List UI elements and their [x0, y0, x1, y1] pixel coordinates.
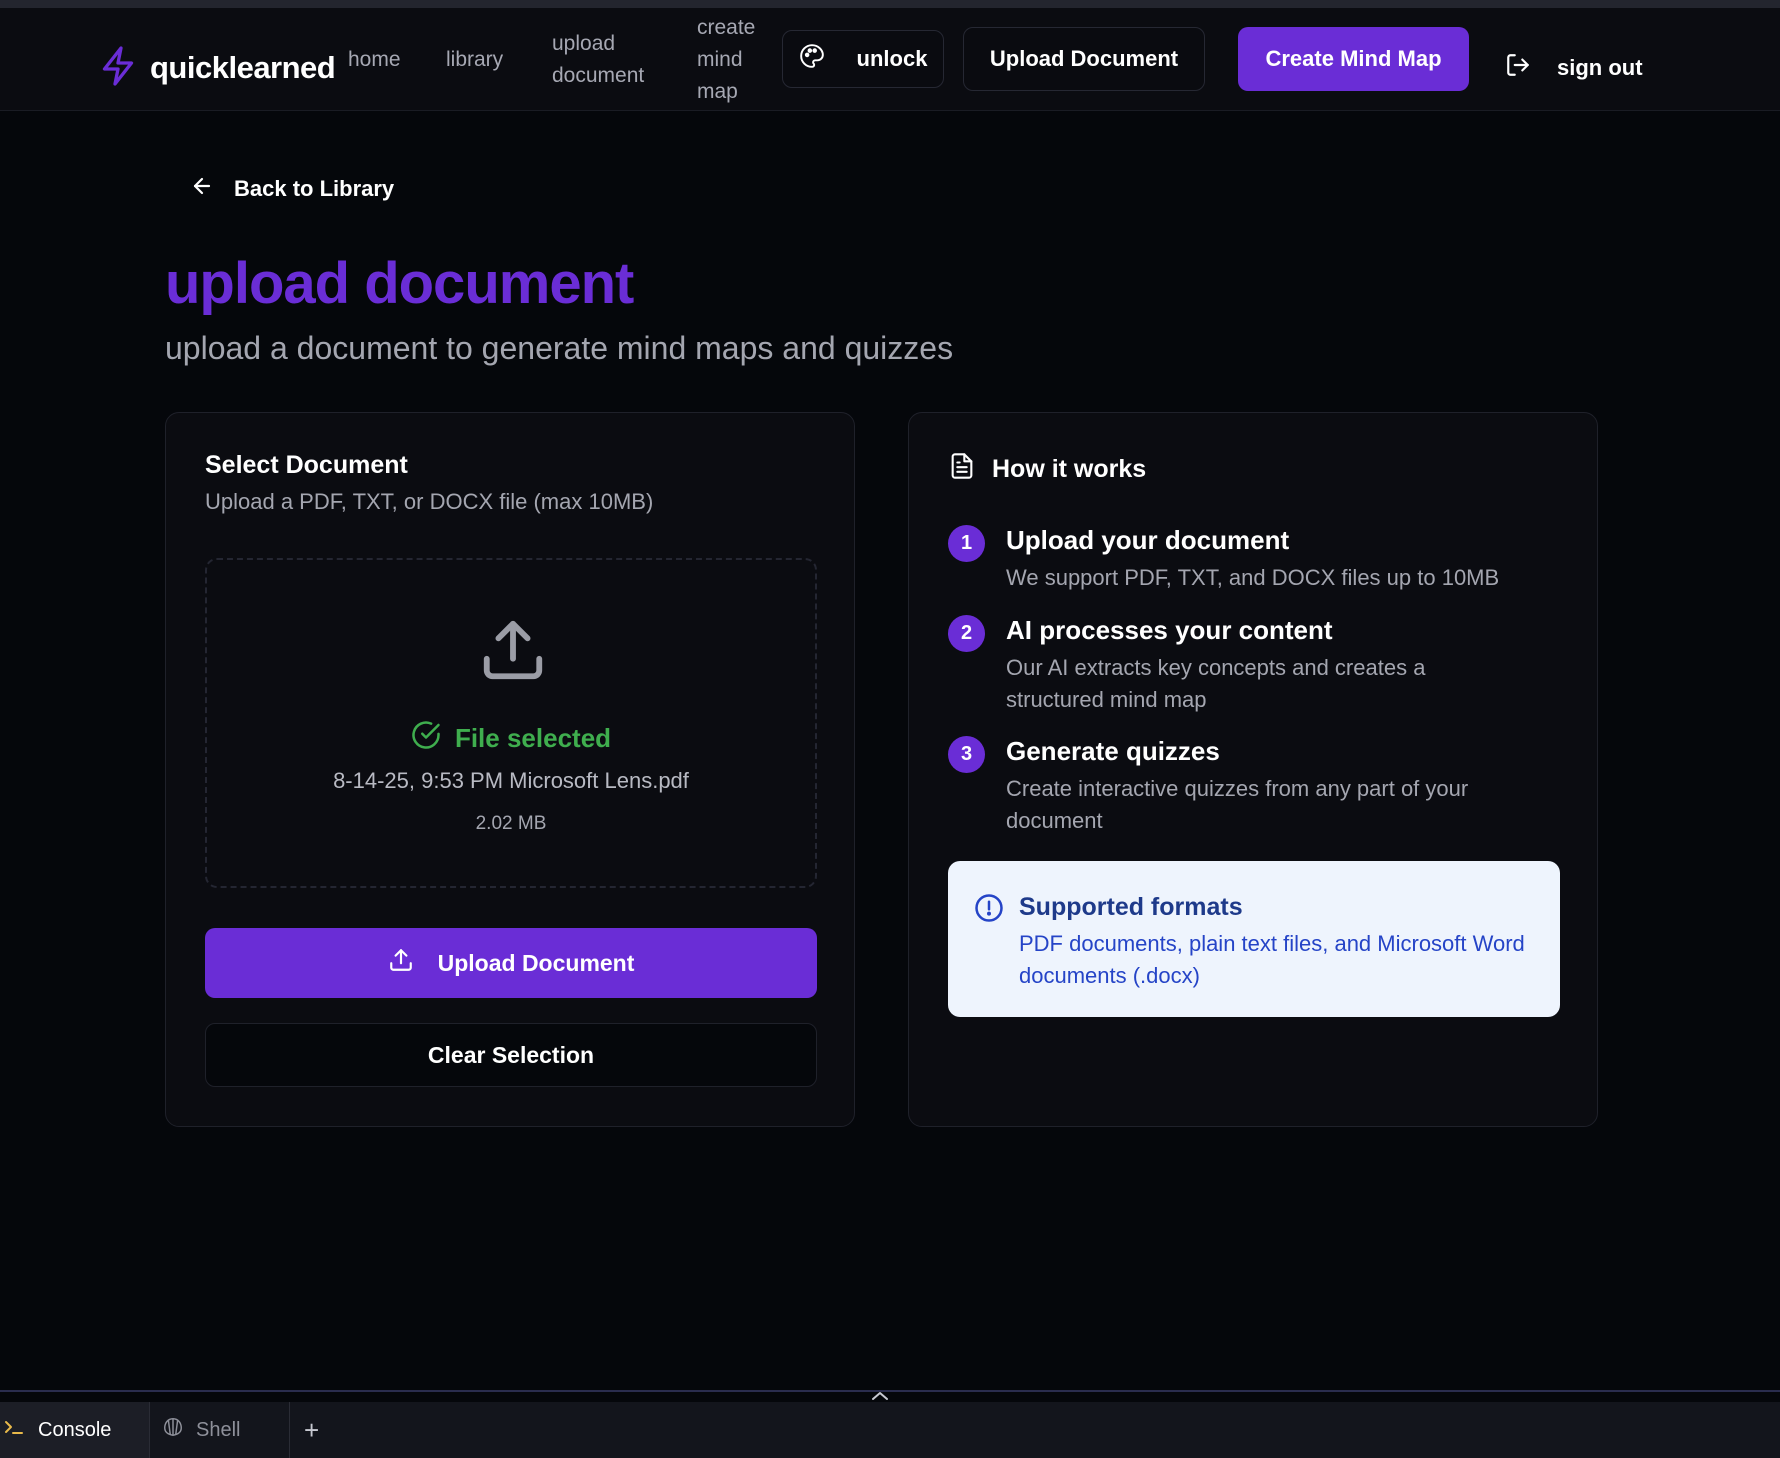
nav-upload-document-button[interactable]: Upload Document [963, 27, 1205, 91]
arrow-left-icon [190, 174, 214, 204]
select-document-description: Upload a PDF, TXT, or DOCX file (max 10M… [205, 489, 654, 514]
sign-out-label: sign out [1557, 55, 1643, 80]
clear-selection-label: Clear Selection [427, 1041, 595, 1068]
nav-link-create-line2: mind [697, 48, 743, 71]
step-title: Upload your document [1006, 525, 1290, 555]
brand-name: quicklearned [150, 50, 336, 85]
sign-out-button[interactable]: sign out [1505, 46, 1643, 90]
tab-console-label: Console [38, 1418, 112, 1441]
nav-link-home-label: home [348, 48, 401, 71]
selected-file-size: 2.02 MB [475, 813, 547, 834]
nav-upload-document-label: Upload Document [989, 46, 1179, 71]
step-number: 3 [948, 736, 985, 773]
brand[interactable]: quicklearned [100, 38, 336, 98]
upload-icon [388, 947, 414, 979]
tab-shell-label: Shell [196, 1418, 241, 1441]
how-it-works-card: How it works 1 Upload your document We s… [908, 412, 1598, 1127]
supported-formats-title: Supported formats [1019, 893, 1243, 921]
nav-link-upload-line2: document [552, 64, 645, 87]
supported-formats-alert: Supported formats PDF documents, plain t… [948, 861, 1560, 1017]
add-tab-button[interactable]: + [304, 1402, 319, 1458]
back-to-library-label: Back to Library [234, 176, 395, 201]
nav-link-library-label: library [446, 48, 504, 71]
terminal-prompt-icon [4, 1417, 26, 1443]
theme-unlock-button[interactable]: unlock [782, 30, 944, 88]
selected-file-name: 8-14-25, 9:53 PM Microsoft Lens.pdf [333, 768, 689, 793]
bottom-panel-tabs: Console Shell + [0, 1402, 1780, 1458]
how-it-works-title: How it works [992, 455, 1147, 483]
info-icon [974, 893, 1004, 928]
log-out-icon [1505, 52, 1531, 84]
create-mind-map-button[interactable]: Create Mind Map [1238, 27, 1469, 91]
back-to-library-link[interactable]: Back to Library [190, 174, 394, 204]
supported-formats-description: PDF documents, plain text files, and Mic… [1019, 931, 1525, 988]
upload-document-label: Upload Document [437, 949, 635, 976]
nav-link-upload-document[interactable]: upload document [552, 28, 644, 92]
step-description: We support PDF, TXT, and DOCX files up t… [1006, 565, 1500, 590]
check-circle-icon [411, 720, 441, 757]
lightning-bolt-icon [100, 45, 136, 91]
step-description: Our AI extracts key concepts and creates… [1006, 655, 1426, 712]
clear-selection-button[interactable]: Clear Selection [205, 1023, 817, 1087]
step-number: 2 [948, 615, 985, 652]
select-document-card: Select Document Upload a PDF, TXT, or DO… [165, 412, 855, 1127]
step-title: Generate quizzes [1006, 736, 1220, 766]
nav-link-home[interactable]: home [348, 44, 401, 76]
nav-link-create-line3: map [697, 80, 738, 103]
nav-link-create-mind-map[interactable]: create mind map [697, 12, 755, 108]
file-selected-label: File selected [454, 723, 612, 753]
theme-unlock-label: unlock [856, 46, 928, 71]
palette-icon [799, 43, 825, 75]
step-description: Create interactive quizzes from any part… [1006, 776, 1469, 833]
nav-link-create-line1: create [697, 16, 756, 39]
file-dropzone[interactable]: File selected 8-14-25, 9:53 PM Microsoft… [205, 558, 817, 888]
upload-document-button[interactable]: Upload Document [205, 928, 817, 998]
how-it-works-header: How it works [948, 451, 1146, 488]
file-selected-status: File selected [207, 720, 815, 757]
page-subtitle: upload a document to generate mind maps … [165, 330, 954, 366]
select-document-title: Select Document [205, 451, 408, 479]
tab-shell[interactable]: Shell [160, 1402, 290, 1458]
nav-link-library[interactable]: library [446, 44, 503, 76]
page-title: upload document [165, 251, 634, 316]
file-text-icon [948, 451, 976, 488]
tab-console[interactable]: Console [0, 1402, 150, 1458]
nav-link-upload-line1: upload [552, 32, 616, 55]
step-title: AI processes your content [1006, 615, 1333, 645]
create-mind-map-label: Create Mind Map [1265, 46, 1442, 71]
shell-icon [162, 1416, 184, 1444]
step-number: 1 [948, 525, 985, 562]
window-top-strip [0, 0, 1780, 8]
top-navbar: quicklearned home library upload documen… [0, 8, 1780, 111]
upload-tray-icon [478, 615, 548, 690]
plus-icon: + [304, 1414, 320, 1445]
